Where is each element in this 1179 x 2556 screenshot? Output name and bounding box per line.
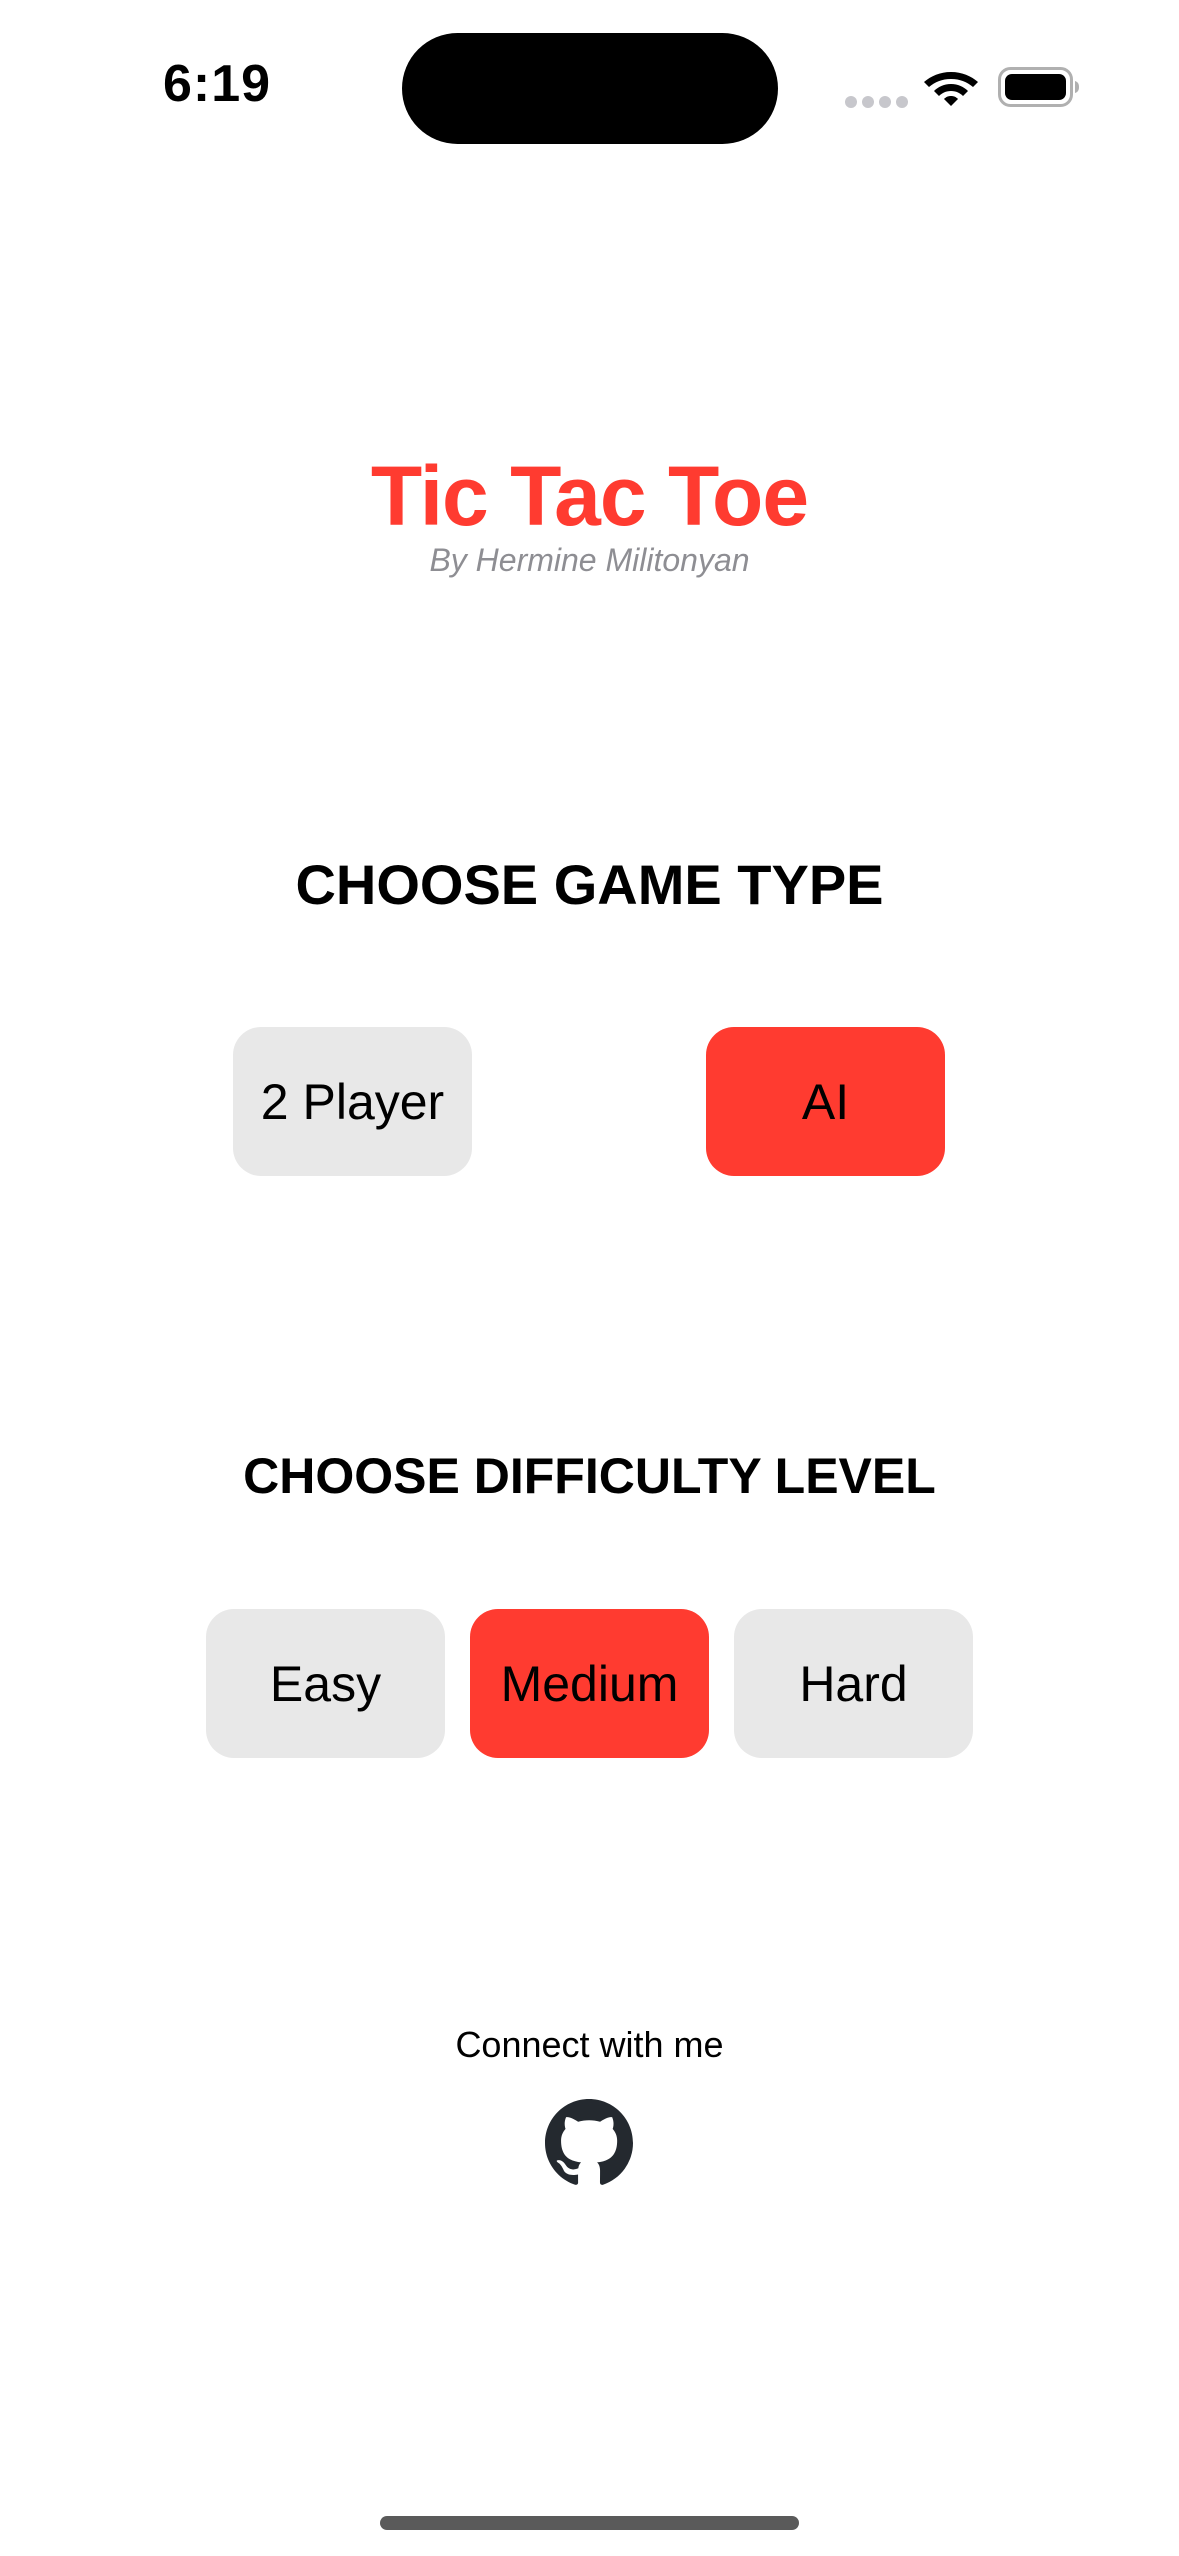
- signal-dots-icon: [845, 96, 908, 108]
- battery-icon: [998, 67, 1080, 107]
- game-type-heading: CHOOSE GAME TYPE: [295, 853, 884, 916]
- github-icon[interactable]: [545, 2099, 633, 2187]
- wifi-icon: [922, 66, 980, 108]
- connect-label: Connect with me: [455, 2024, 724, 2065]
- easy-button[interactable]: Easy: [206, 1609, 445, 1758]
- app-title: Tic Tac Toe: [370, 449, 809, 543]
- two-player-button[interactable]: 2 Player: [233, 1027, 472, 1176]
- hard-button[interactable]: Hard: [734, 1609, 973, 1758]
- medium-button[interactable]: Medium: [470, 1609, 709, 1758]
- ai-button[interactable]: AI: [706, 1027, 945, 1176]
- dynamic-island: [402, 33, 778, 144]
- difficulty-heading: CHOOSE DIFFICULTY LEVEL: [243, 1448, 936, 1504]
- app-subtitle: By Hermine Militonyan: [429, 542, 750, 578]
- home-indicator: [380, 2516, 799, 2530]
- status-time: 6:19: [163, 55, 272, 113]
